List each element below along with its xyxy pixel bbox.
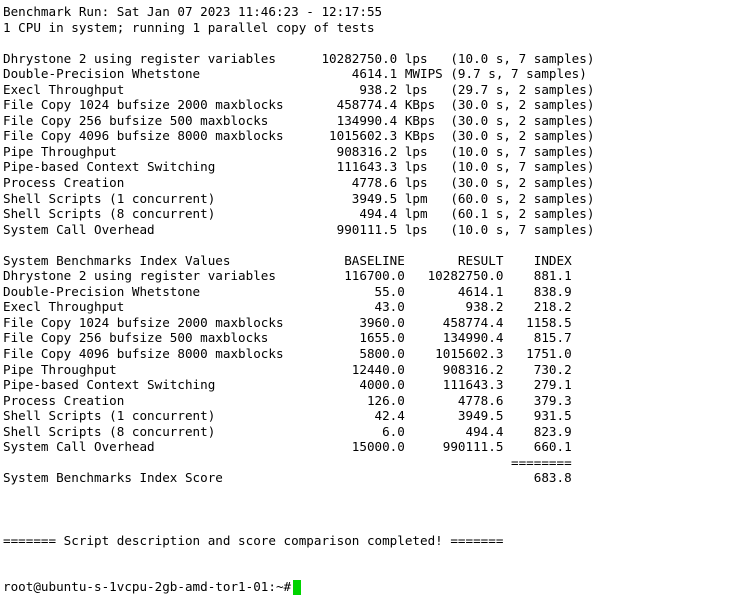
index-row: Pipe Throughput 12440.0 908316.2 730.2 xyxy=(3,361,572,377)
cpu-info-line: 1 CPU in system; running 1 parallel copy… xyxy=(3,19,375,35)
result-row: File Copy 4096 bufsize 8000 maxblocks 10… xyxy=(3,128,595,144)
result-row: Double-Precision Whetstone 4614.1 MWIPS … xyxy=(3,66,587,82)
index-values-table: Dhrystone 2 using register variables 116… xyxy=(3,268,750,455)
index-row: Pipe-based Context Switching 4000.0 1116… xyxy=(3,377,572,393)
index-table-header: System Benchmarks Index Values BASELINE … xyxy=(3,252,572,268)
result-row: Pipe Throughput 908316.2 lps (10.0 s, 7 … xyxy=(3,143,595,159)
completion-message: ======= Script description and score com… xyxy=(3,532,504,548)
index-row: Process Creation 126.0 4778.6 379.3 xyxy=(3,392,572,408)
score-separator: ======== xyxy=(3,454,572,470)
index-row: Double-Precision Whetstone 55.0 4614.1 8… xyxy=(3,283,572,299)
shell-prompt-line[interactable]: root@ubuntu-s-1vcpu-2gb-amd-tor1-01:~# xyxy=(3,579,750,595)
index-row: Shell Scripts (8 concurrent) 6.0 494.4 8… xyxy=(3,423,572,439)
benchmark-run-header: Benchmark Run: Sat Jan 07 2023 11:46:23 … xyxy=(3,4,383,19)
index-row: System Call Overhead 15000.0 990111.5 66… xyxy=(3,439,572,455)
index-row: Execl Throughput 43.0 938.2 218.2 xyxy=(3,299,572,315)
result-row: Shell Scripts (8 concurrent) 494.4 lpm (… xyxy=(3,206,595,222)
result-row: Dhrystone 2 using register variables 102… xyxy=(3,50,595,66)
terminal-window[interactable]: Benchmark Run: Sat Jan 07 2023 11:46:23 … xyxy=(0,0,750,602)
index-score-line: System Benchmarks Index Score 683.8 xyxy=(3,470,572,486)
result-row: System Call Overhead 990111.5 lps (10.0 … xyxy=(3,221,595,237)
result-row: Process Creation 4778.6 lps (30.0 s, 2 s… xyxy=(3,175,595,191)
index-row: File Copy 4096 bufsize 8000 maxblocks 58… xyxy=(3,346,572,362)
index-row: Shell Scripts (1 concurrent) 42.4 3949.5… xyxy=(3,408,572,424)
result-row: Pipe-based Context Switching 111643.3 lp… xyxy=(3,159,595,175)
result-row: File Copy 256 bufsize 500 maxblocks 1349… xyxy=(3,112,595,128)
index-row: File Copy 256 bufsize 500 maxblocks 1655… xyxy=(3,330,572,346)
result-row: File Copy 1024 bufsize 2000 maxblocks 45… xyxy=(3,97,595,113)
result-row: Shell Scripts (1 concurrent) 3949.5 lpm … xyxy=(3,190,595,206)
terminal-cursor[interactable] xyxy=(293,579,302,595)
result-row: Execl Throughput 938.2 lps (29.7 s, 2 sa… xyxy=(3,81,595,97)
index-row: File Copy 1024 bufsize 2000 maxblocks 39… xyxy=(3,314,572,330)
raw-results-list: Dhrystone 2 using register variables 102… xyxy=(3,51,750,238)
index-row: Dhrystone 2 using register variables 116… xyxy=(3,268,572,284)
shell-prompt: root@ubuntu-s-1vcpu-2gb-amd-tor1-01:~# xyxy=(3,579,292,595)
